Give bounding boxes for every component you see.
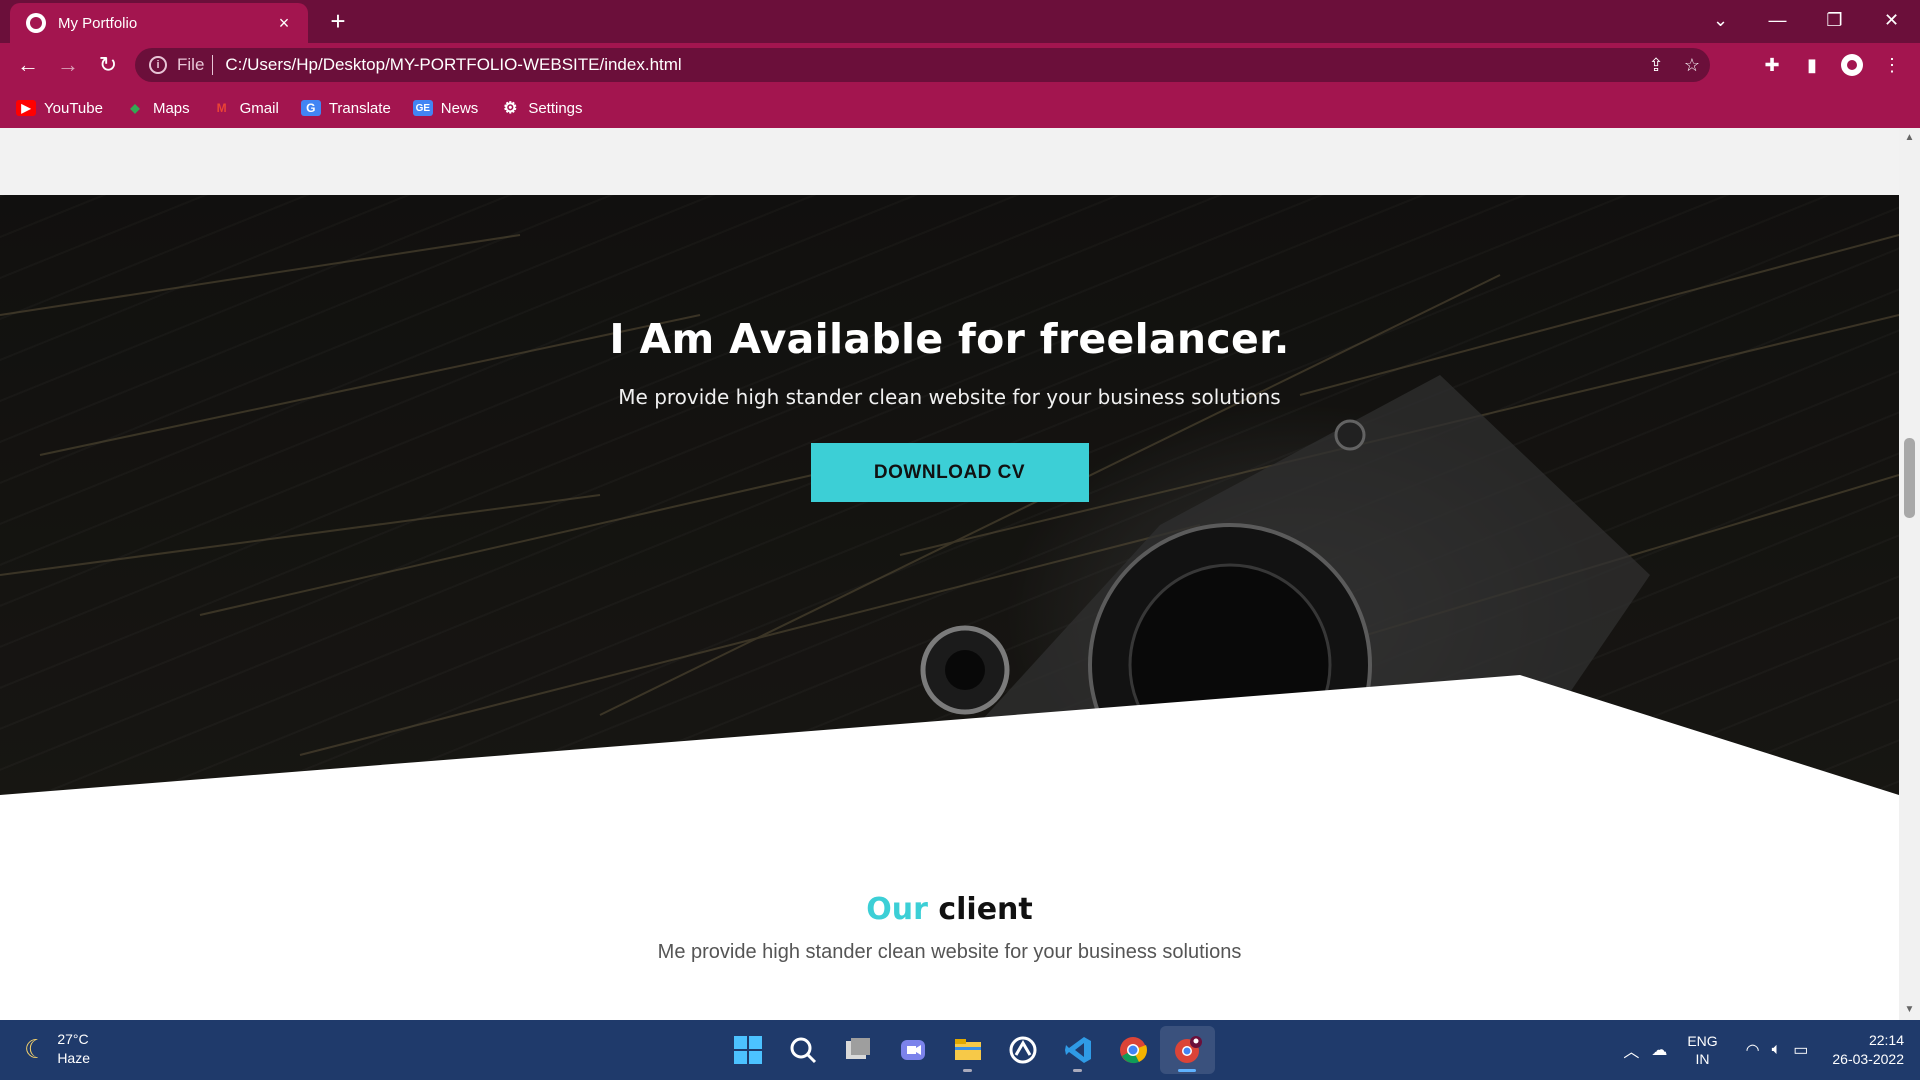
file-explorer-icon[interactable] — [940, 1026, 995, 1074]
bookmark-maps[interactable]: ◆ Maps — [125, 99, 190, 117]
new-tab-button[interactable]: + — [322, 6, 354, 38]
page-viewport: I Am Available for freelancer. Me provid… — [0, 128, 1899, 1020]
vscode-icon[interactable] — [1050, 1026, 1105, 1074]
system-tray: ︿ ☁ ENG IN ◠ 🔈︎ ▭ 22:14 26-03-2022 — [1617, 1026, 1904, 1074]
chevron-up-icon[interactable]: ︿ — [1623, 1038, 1639, 1062]
maps-icon: ◆ — [130, 101, 140, 115]
forward-button[interactable]: → — [52, 49, 84, 81]
clock-time: 22:14 — [1868, 1032, 1904, 1048]
globe-icon — [26, 13, 46, 33]
weather-condition: Haze — [57, 1050, 90, 1066]
client-section: Our client Me provide high stander clean… — [0, 892, 1899, 964]
lang-code: ENG — [1687, 1033, 1718, 1049]
url-text[interactable]: C:/Users/Hp/Desktop/MY-PORTFOLIO-WEBSITE… — [225, 55, 1638, 75]
weather-temp: 27°C — [57, 1031, 89, 1047]
region-code: IN — [1695, 1051, 1710, 1067]
running-indicator — [1073, 1069, 1082, 1072]
reload-button[interactable]: ↻ — [92, 49, 124, 81]
teams-chat-icon[interactable] — [885, 1026, 940, 1074]
volume-icon[interactable]: 🔈︎ — [1772, 1041, 1782, 1059]
gear-icon: ⚙ — [503, 100, 518, 117]
menu-kebab-icon[interactable]: ⋮ — [1876, 49, 1908, 81]
side-panel-icon[interactable]: ▮ — [1796, 49, 1828, 81]
browser-toolbar: ← → ↻ i File C:/Users/Hp/Desktop/MY-PORT… — [0, 43, 1920, 88]
bookmark-label: Maps — [152, 99, 190, 117]
active-indicator — [1178, 1069, 1196, 1072]
tab-close-icon[interactable]: × — [272, 13, 296, 34]
battery-icon[interactable]: ▭ — [1793, 1040, 1808, 1060]
address-separator — [212, 55, 214, 75]
site-info-icon[interactable]: i — [149, 56, 167, 74]
running-indicator — [963, 1069, 972, 1072]
scroll-up-arrow-icon[interactable]: ▲ — [1899, 130, 1920, 146]
bookmark-label: Settings — [528, 99, 583, 117]
clock-date: 26-03-2022 — [1832, 1051, 1904, 1067]
store-icon[interactable] — [995, 1026, 1050, 1074]
restore-button[interactable]: ❐ — [1806, 0, 1863, 40]
download-cv-button[interactable]: DOWNLOAD CV — [810, 443, 1089, 502]
hero-content: I Am Available for freelancer. Me provid… — [0, 315, 1899, 502]
wifi-icon[interactable]: ◠ — [1746, 1040, 1760, 1060]
browser-tab[interactable]: My Portfolio × — [10, 3, 308, 43]
hero-subtitle: Me provide high stander clean website fo… — [618, 385, 1281, 409]
news-icon: GE — [412, 100, 433, 116]
bookmark-label: Gmail — [239, 99, 279, 117]
hero-title: I Am Available for freelancer. — [609, 315, 1290, 363]
windows-taskbar: ☾ 27°C Haze ︿ ☁ ENG IN ◠ 🔈︎ ▭ 22:14 26-0… — [0, 1020, 1920, 1080]
moon-icon: ☾ — [24, 1033, 48, 1064]
freelance-hero-section: I Am Available for freelancer. Me provid… — [0, 195, 1899, 795]
bookmark-gmail[interactable]: M Gmail — [212, 100, 279, 117]
client-section-subtitle: Me provide high stander clean website fo… — [657, 941, 1242, 963]
page-scrollbar[interactable]: ▲ ▼ — [1899, 128, 1920, 1020]
translate-icon: G — [300, 100, 321, 116]
address-bar[interactable]: i File C:/Users/Hp/Desktop/MY-PORTFOLIO-… — [135, 48, 1710, 82]
tab-strip: My Portfolio × + ⌄ — ❐ ✕ — [0, 0, 1920, 43]
client-title-accent: Our — [866, 892, 928, 927]
bookmark-youtube[interactable]: ▶ YouTube — [16, 100, 103, 117]
tab-search-icon[interactable]: ⌄ — [1692, 0, 1749, 40]
bookmarks-bar: ▶ YouTube ◆ Maps M Gmail G Translate GE … — [0, 88, 1920, 128]
close-window-button[interactable]: ✕ — [1863, 0, 1920, 40]
chrome-icon[interactable] — [1105, 1026, 1160, 1074]
scrollbar-thumb[interactable] — [1904, 438, 1915, 518]
weather-widget[interactable]: ☾ 27°C Haze — [24, 1030, 90, 1068]
back-button[interactable]: ← — [12, 49, 44, 81]
search-icon[interactable] — [775, 1026, 830, 1074]
bookmark-star-icon[interactable]: ☆ — [1674, 55, 1710, 76]
scheme-label: File — [177, 55, 205, 74]
chrome-profile-icon[interactable] — [1160, 1026, 1215, 1074]
share-icon[interactable]: ⇪ — [1638, 55, 1674, 76]
onedrive-icon[interactable]: ☁ — [1651, 1040, 1667, 1060]
profile-avatar[interactable] — [1836, 49, 1868, 81]
scroll-down-arrow-icon[interactable]: ▼ — [1899, 1002, 1920, 1018]
tab-title: My Portfolio — [58, 14, 138, 32]
bookmark-news[interactable]: GE News — [412, 99, 479, 117]
clock[interactable]: 22:14 26-03-2022 — [1832, 1031, 1904, 1069]
gmail-icon: M — [216, 101, 227, 115]
bookmark-label: News — [440, 99, 479, 117]
client-section-title: Our client — [0, 892, 1899, 927]
youtube-icon: ▶ — [16, 100, 36, 116]
start-icon[interactable] — [720, 1026, 775, 1074]
window-controls: ⌄ — ❐ ✕ — [1692, 0, 1920, 40]
bookmark-translate[interactable]: G Translate — [300, 99, 391, 117]
taskbar-apps — [720, 1026, 1215, 1074]
minimize-button[interactable]: — — [1749, 0, 1806, 40]
extensions-icon[interactable]: ✚ — [1756, 49, 1788, 81]
bookmark-settings[interactable]: ⚙ Settings — [500, 99, 583, 118]
input-language[interactable]: ENG IN — [1687, 1032, 1717, 1068]
client-title-rest: client — [938, 892, 1033, 927]
task-view-icon[interactable] — [830, 1026, 885, 1074]
bookmark-label: Translate — [328, 99, 391, 117]
bookmark-label: YouTube — [44, 99, 103, 117]
